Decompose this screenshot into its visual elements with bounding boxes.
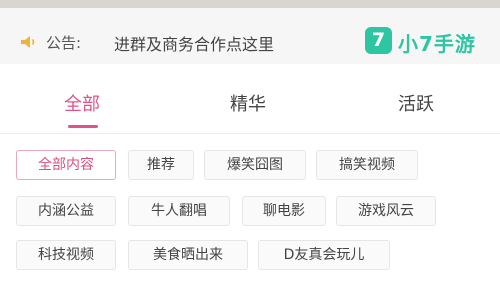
category-chip-games[interactable]: 游戏风云 xyxy=(336,196,436,226)
tab-all[interactable]: 全部 xyxy=(64,90,100,116)
notice-bar[interactable]: 公告: 进群及商务合作点这里 7 小7手游 xyxy=(0,8,500,64)
app-logo-text: 小7手游 xyxy=(398,32,476,56)
category-chip-d-friends[interactable]: D友真会玩儿 xyxy=(258,240,390,270)
tab-featured[interactable]: 精华 xyxy=(230,90,266,116)
category-chip-tech-videos[interactable]: 科技视频 xyxy=(16,240,116,270)
speaker-icon xyxy=(21,36,35,48)
content-panel: 全部 精华 活跃 全部内容 推荐 爆笑囧图 搞笑视频 内涵公益 牛人翻唱 聊电影… xyxy=(0,64,500,281)
category-chip-covers[interactable]: 牛人翻唱 xyxy=(128,196,230,226)
active-tab-indicator xyxy=(68,125,98,128)
logo-glyph: 7 xyxy=(371,29,386,51)
category-chip-food[interactable]: 美食晒出来 xyxy=(128,240,248,270)
category-chip-funny-videos[interactable]: 搞笑视频 xyxy=(316,150,418,180)
tab-active[interactable]: 活跃 xyxy=(398,90,434,116)
top-strip xyxy=(0,0,500,8)
app-logo-icon: 7 xyxy=(365,27,392,54)
category-chip-movies[interactable]: 聊电影 xyxy=(242,196,326,226)
category-chip-public-welfare[interactable]: 内涵公益 xyxy=(16,196,116,226)
category-chip-recommend[interactable]: 推荐 xyxy=(128,150,194,180)
notice-link[interactable]: 进群及商务合作点这里 xyxy=(114,31,274,55)
tab-divider xyxy=(0,133,500,134)
notice-label: 公告: xyxy=(46,34,82,52)
category-chip-funny-images[interactable]: 爆笑囧图 xyxy=(204,150,306,180)
category-chip-all[interactable]: 全部内容 xyxy=(16,150,116,180)
